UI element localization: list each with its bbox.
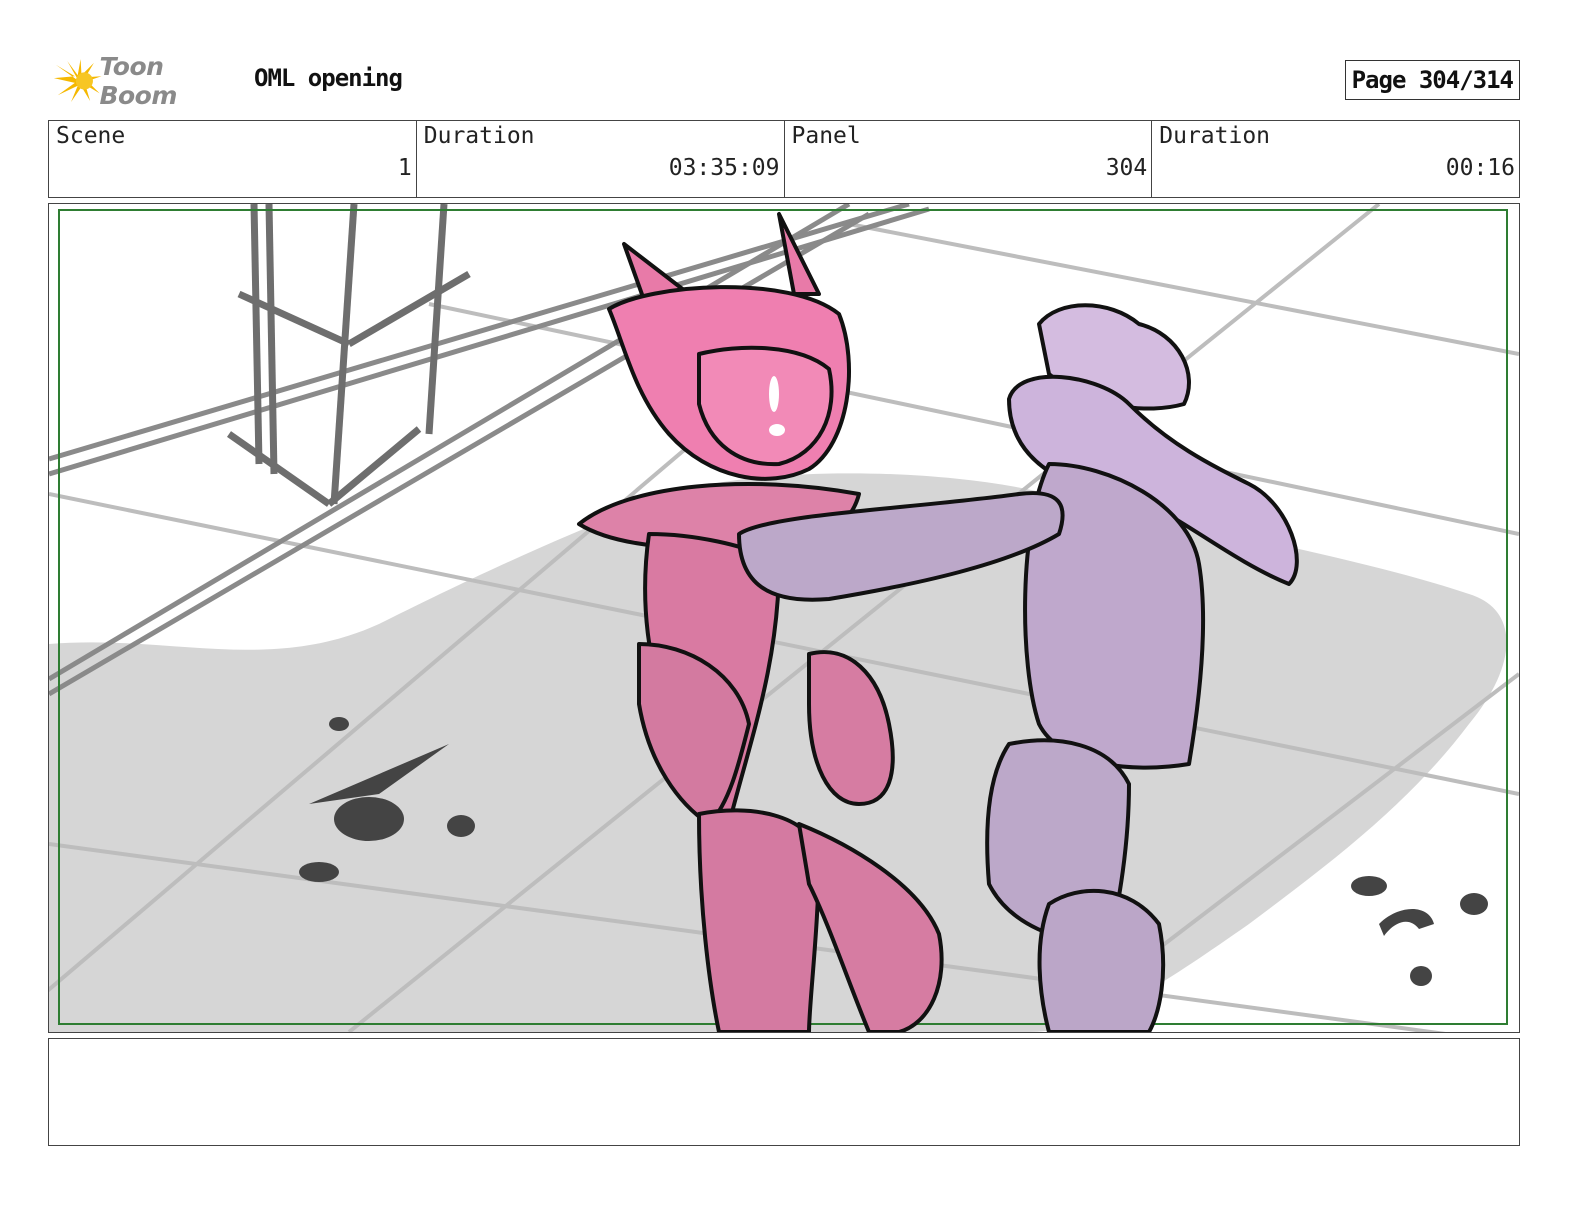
- panel-duration-cell: Duration 00:16: [1152, 121, 1519, 197]
- scene-cell: Scene 1: [49, 121, 417, 197]
- panel-duration-value: 00:16: [1445, 155, 1515, 181]
- panel-duration-label: Duration: [1159, 123, 1271, 149]
- page-indicator: Page 304/314: [1344, 60, 1520, 100]
- storyboard-header: Toon Boom OML opening Page 304/314: [48, 52, 1520, 110]
- scene-label: Scene: [56, 123, 126, 149]
- pillar: [226, 204, 471, 507]
- logo-text: Toon Boom: [99, 52, 177, 110]
- panel-cell: Panel 304: [785, 121, 1153, 197]
- toon-boom-logo: Toon Boom: [52, 52, 242, 110]
- panel-notes: [48, 1038, 1520, 1146]
- scene-info-table: Scene 1 Duration 03:35:09 Panel 304 Dura…: [48, 120, 1520, 198]
- scene-duration-cell: Duration 03:35:09: [417, 121, 785, 197]
- starburst-icon: [53, 59, 102, 102]
- panel-value: 304: [1105, 155, 1148, 181]
- panel-label: Panel: [791, 123, 861, 149]
- scene-duration-value: 03:35:09: [668, 155, 780, 181]
- scene-value: 1: [397, 155, 412, 181]
- panel-artwork: [49, 204, 1519, 1032]
- storyboard-panel: [48, 203, 1520, 1033]
- project-title: OML opening: [254, 64, 403, 92]
- scene-duration-label: Duration: [423, 123, 535, 149]
